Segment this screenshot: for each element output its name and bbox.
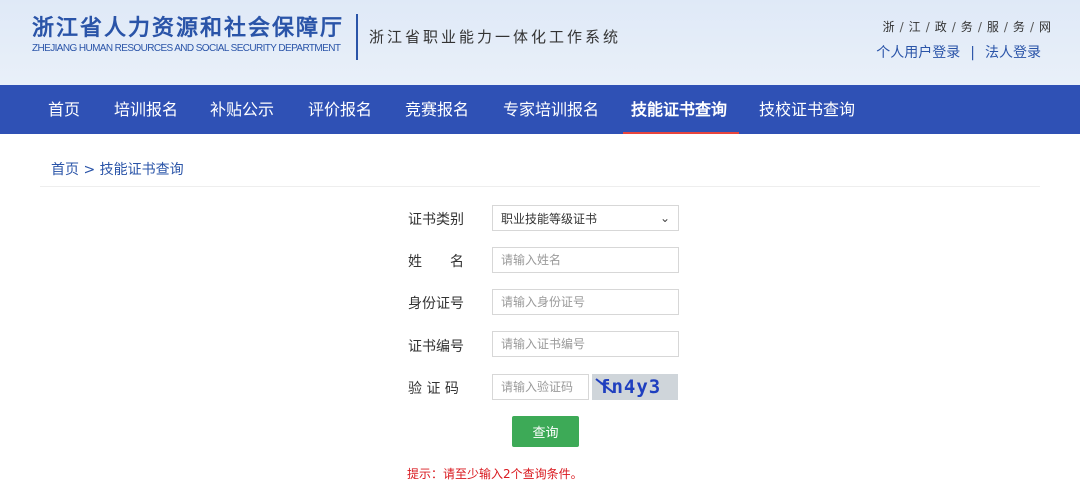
portal-char: 服 bbox=[986, 20, 999, 34]
captcha-label: 验 证 码 bbox=[408, 381, 459, 397]
breadcrumb-divider bbox=[40, 186, 1040, 187]
main-nav: 首页 培训报名 补贴公示 评价报名 竞赛报名 专家培训报名 技能证书查询 技校证… bbox=[0, 85, 1080, 134]
nav-item-skill-cert-query[interactable]: 技能证书查询 bbox=[622, 85, 740, 134]
site-header: 浙江省人力资源和社会保障厅 ZHEJIANG HUMAN RESOURCES A… bbox=[0, 0, 1080, 85]
org-name-cn[interactable]: 浙江省人力资源和社会保障厅 bbox=[32, 10, 344, 42]
cert-number-label: 证书编号 bbox=[408, 339, 464, 355]
cert-type-value: 职业技能等级证书 bbox=[501, 211, 598, 226]
login-separator: | bbox=[970, 45, 975, 61]
nav-item-home[interactable]: 首页 bbox=[48, 85, 80, 134]
query-button[interactable]: 查询 bbox=[512, 416, 579, 447]
legal-login-link[interactable]: 法人登录 bbox=[985, 45, 1041, 61]
portal-char: 务 bbox=[960, 20, 973, 34]
nav-item-school-cert-query[interactable]: 技校证书查询 bbox=[759, 85, 855, 134]
login-links: 个人用户登录 | 法人登录 bbox=[876, 42, 1041, 62]
name-label: 姓 名 bbox=[408, 254, 464, 270]
captcha-input[interactable] bbox=[492, 374, 589, 400]
gov-portal-link[interactable]: 浙 / 江 / 政 / 务 / 服 / 务 / 网 bbox=[883, 18, 1051, 35]
personal-login-link[interactable]: 个人用户登录 bbox=[876, 45, 960, 61]
nav-item-subsidy-notice[interactable]: 补贴公示 bbox=[210, 85, 274, 134]
breadcrumb-separator: > bbox=[83, 162, 96, 178]
cert-type-label: 证书类别 bbox=[408, 212, 464, 228]
nav-item-evaluation-signup[interactable]: 评价报名 bbox=[308, 85, 372, 134]
id-number-input[interactable] bbox=[492, 289, 679, 315]
portal-char: 网 bbox=[1038, 20, 1051, 34]
query-tip: 提示：请至少输入2个查询条件。 bbox=[407, 467, 583, 481]
breadcrumb: 首页 > 技能证书查询 bbox=[51, 159, 184, 179]
id-number-label: 身份证号 bbox=[408, 296, 464, 312]
nav-item-competition-signup[interactable]: 竞赛报名 bbox=[405, 85, 469, 134]
name-input[interactable] bbox=[492, 247, 679, 273]
chevron-down-icon: ⌄ bbox=[659, 211, 670, 225]
header-divider bbox=[356, 14, 358, 60]
portal-char: 务 bbox=[1012, 20, 1025, 34]
captcha-image[interactable]: fn4y3 bbox=[592, 374, 678, 400]
portal-char: 浙 bbox=[882, 20, 895, 34]
cert-type-select[interactable]: 职业技能等级证书 ⌄ bbox=[492, 205, 679, 231]
cert-number-input[interactable] bbox=[492, 331, 679, 357]
system-title: 浙江省职业能力一体化工作系统 bbox=[369, 28, 622, 46]
nav-item-expert-training[interactable]: 专家培训报名 bbox=[503, 85, 599, 134]
org-name-en: ZHEJIANG HUMAN RESOURCES AND SOCIAL SECU… bbox=[32, 43, 341, 54]
nav-item-training-signup[interactable]: 培训报名 bbox=[114, 85, 178, 134]
breadcrumb-home[interactable]: 首页 bbox=[51, 162, 79, 178]
portal-char: 江 bbox=[908, 20, 921, 34]
portal-char: 政 bbox=[934, 20, 947, 34]
breadcrumb-current: 技能证书查询 bbox=[99, 162, 184, 178]
